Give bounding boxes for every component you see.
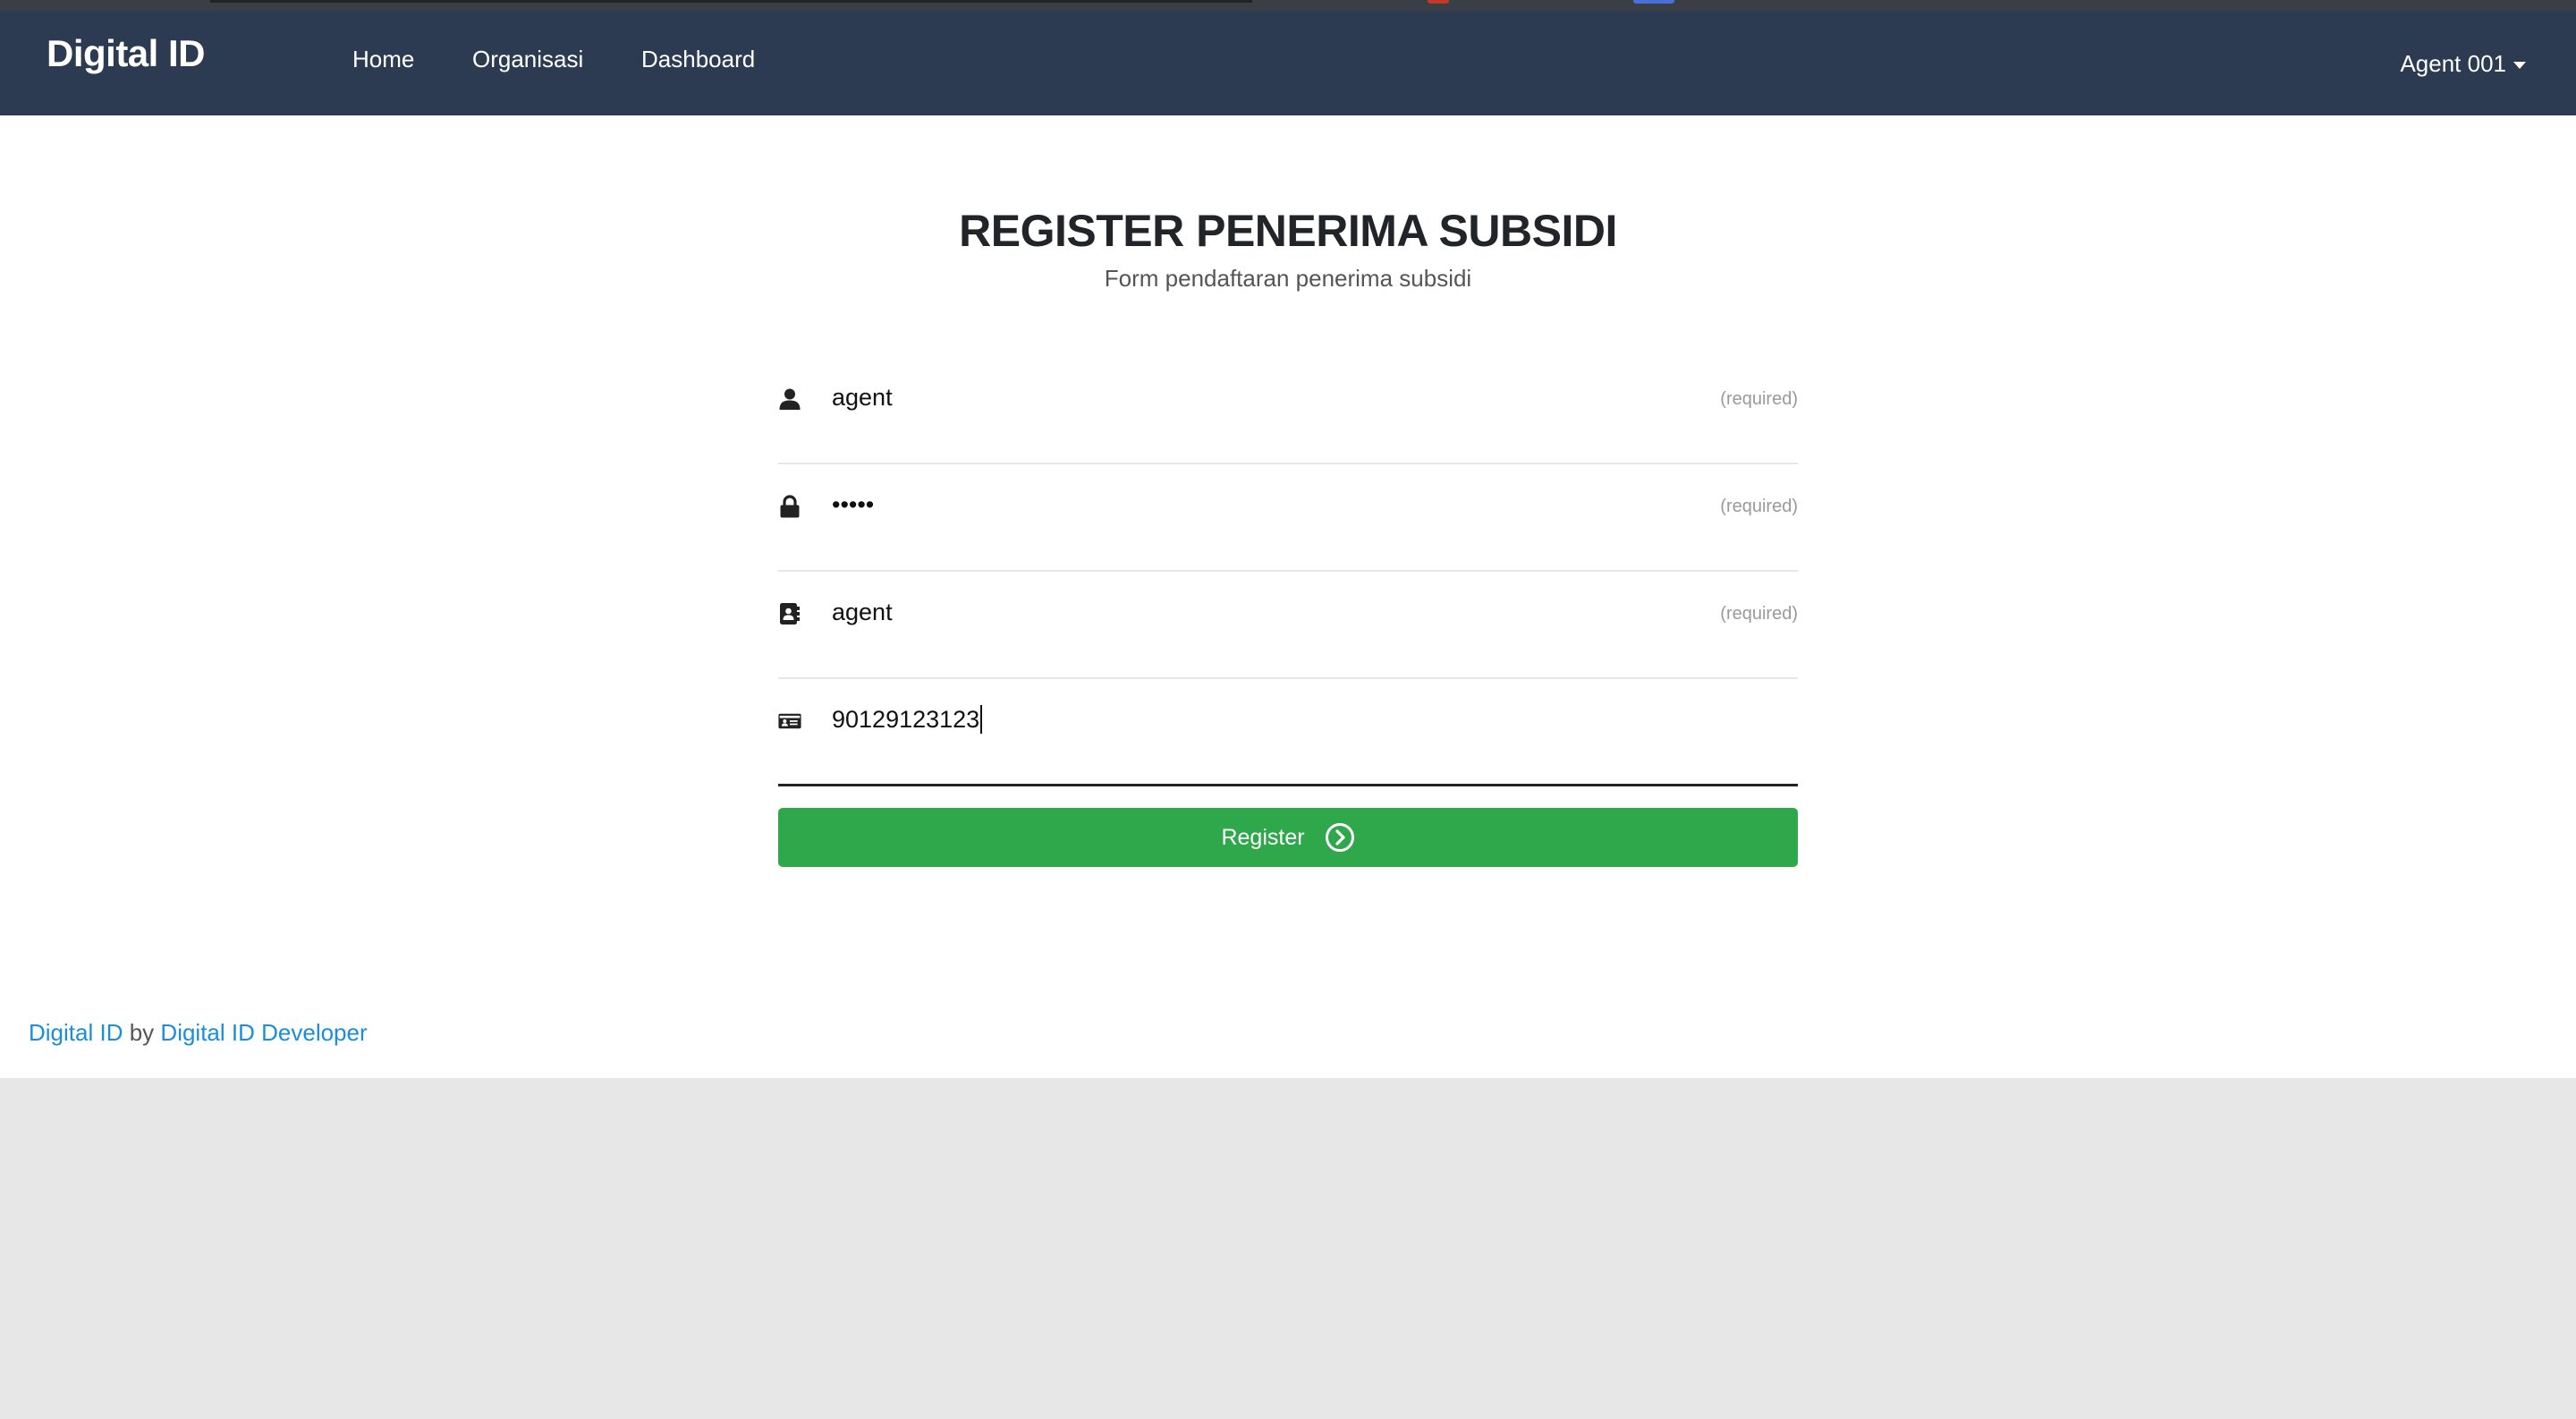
caret-down-icon bbox=[2513, 61, 2526, 69]
contact-book-icon bbox=[780, 603, 800, 625]
footer-by-text: by bbox=[129, 1019, 155, 1046]
text-cursor bbox=[980, 704, 983, 734]
page-subtitle: Form pendaftaran penerima subsidi bbox=[1104, 265, 1472, 292]
password-field[interactable]: ••••• (required) bbox=[778, 464, 1798, 572]
browser-top-strip bbox=[0, 0, 2576, 11]
name-field[interactable]: agent (required) bbox=[778, 572, 1798, 679]
password-value: ••••• bbox=[832, 491, 875, 518]
browser-indicator-red bbox=[1428, 0, 1449, 4]
nav-link-dashboard[interactable]: Dashboard bbox=[641, 46, 755, 73]
footer-brand-link[interactable]: Digital ID bbox=[29, 1019, 123, 1046]
footer-developer-link[interactable]: Digital ID Developer bbox=[160, 1019, 367, 1046]
user-menu-label: Agent 001 bbox=[2400, 50, 2506, 77]
lock-icon bbox=[780, 495, 800, 518]
register-form: agent (required) ••••• (required) agent … bbox=[778, 357, 1798, 867]
footer-credits: Digital ID by Digital ID Developer bbox=[29, 1019, 368, 1047]
id-card-icon bbox=[778, 713, 801, 729]
id-number-field[interactable]: 90129123123 bbox=[778, 679, 1798, 786]
register-button-label: Register bbox=[1221, 824, 1305, 850]
chevron-circle-right-icon bbox=[1325, 823, 1354, 852]
brand-logo[interactable]: Digital ID bbox=[47, 32, 206, 75]
register-button[interactable]: Register bbox=[778, 808, 1798, 867]
browser-tab-bar bbox=[210, 0, 1252, 3]
nav-link-organisasi[interactable]: Organisasi bbox=[472, 46, 583, 73]
browser-indicator-blue bbox=[1633, 0, 1674, 4]
required-hint: (required) bbox=[1720, 497, 1798, 516]
id-number-value: 90129123123 bbox=[832, 704, 983, 734]
id-number-text: 90129123123 bbox=[832, 706, 980, 733]
username-value: agent bbox=[832, 384, 893, 411]
name-value: agent bbox=[832, 599, 893, 625]
username-field[interactable]: agent (required) bbox=[778, 357, 1798, 464]
page-title: REGISTER PENERIMA SUBSIDI bbox=[959, 206, 1617, 256]
required-hint: (required) bbox=[1720, 389, 1798, 409]
user-menu-dropdown[interactable]: Agent 001 bbox=[2400, 50, 2526, 78]
nav-link-home[interactable]: Home bbox=[352, 46, 414, 73]
required-hint: (required) bbox=[1720, 604, 1798, 624]
user-icon bbox=[779, 388, 801, 410]
main-content: REGISTER PENERIMA SUBSIDI Form pendaftar… bbox=[0, 115, 2576, 1078]
navbar: Digital ID Home Organisasi Dashboard Age… bbox=[0, 11, 2576, 115]
